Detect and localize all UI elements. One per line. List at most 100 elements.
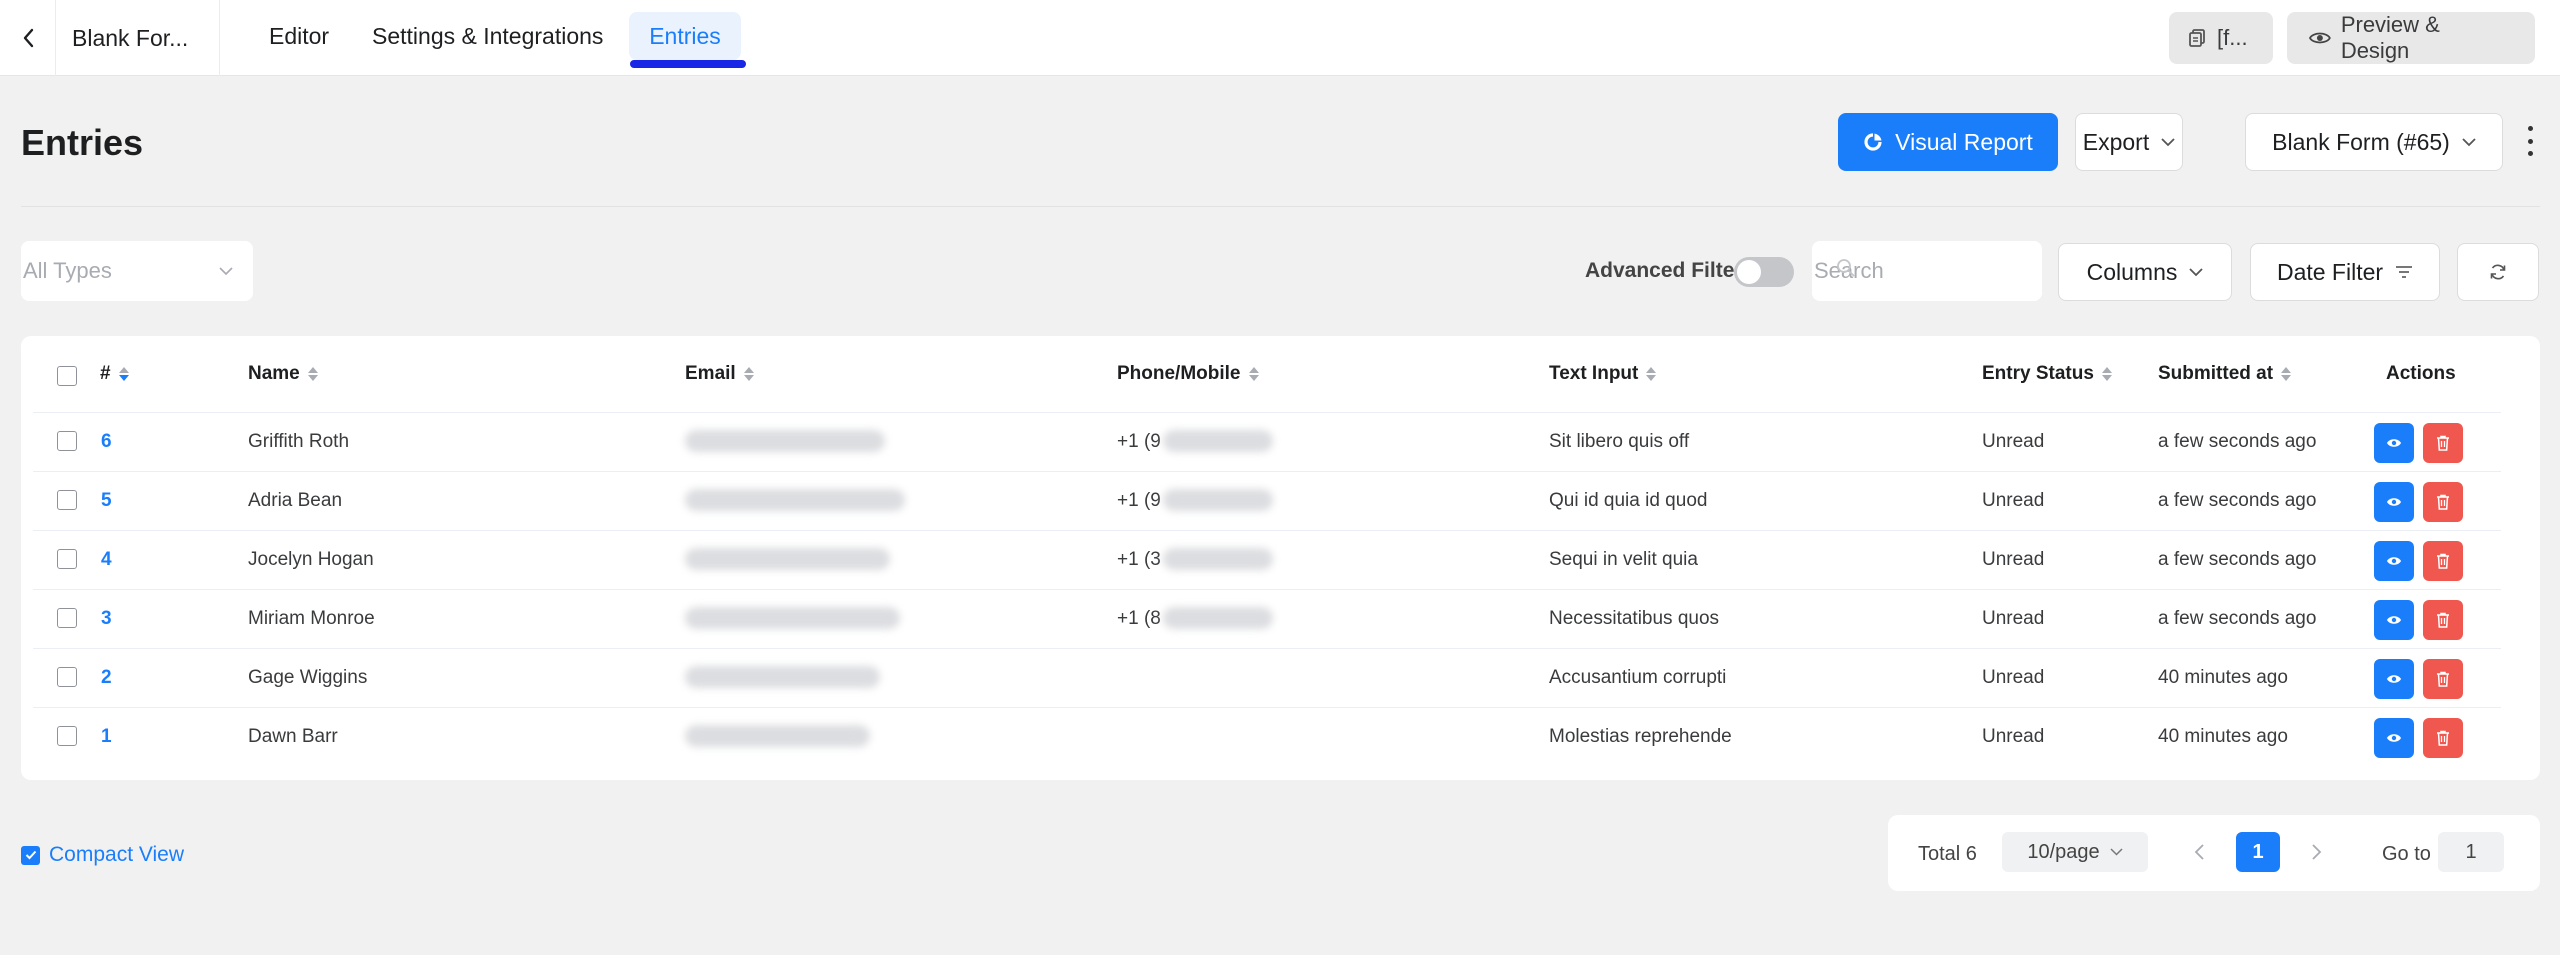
row-checkbox[interactable]: [57, 490, 77, 510]
column-header-entry-status[interactable]: Entry Status: [1982, 363, 2112, 385]
sort-icon: [2281, 367, 2292, 381]
select-all-checkbox[interactable]: [57, 366, 77, 386]
delete-entry-button[interactable]: [2423, 482, 2463, 522]
entry-name: Miriam Monroe: [248, 608, 375, 629]
shortcode-label: [f...: [2217, 25, 2248, 50]
column-header-label: Phone/Mobile: [1117, 363, 1241, 384]
entry-id-link[interactable]: 2: [101, 667, 112, 689]
entry-text-input: Qui id quia id quod: [1549, 490, 1708, 511]
row-checkbox[interactable]: [57, 667, 77, 687]
redacted-email: [685, 548, 890, 570]
compact-view-checkbox[interactable]: Compact View: [21, 843, 184, 867]
view-entry-button[interactable]: [2374, 718, 2414, 758]
view-entry-button[interactable]: [2374, 600, 2414, 640]
chevron-down-icon: [2110, 848, 2123, 856]
entry-id-link[interactable]: 6: [101, 431, 112, 453]
total-count: Total 6: [1918, 843, 1977, 865]
entry-submitted-at: a few seconds ago: [2158, 490, 2317, 511]
tab-settings-integrations[interactable]: Settings & Integrations: [352, 12, 623, 60]
entry-id-link[interactable]: 1: [101, 726, 112, 748]
row-divider: [33, 589, 2501, 590]
tab-entries[interactable]: Entries: [629, 12, 741, 60]
entry-status: Unread: [1982, 490, 2045, 511]
refresh-button[interactable]: [2457, 243, 2539, 301]
date-filter-label: Date Filter: [2276, 258, 2384, 285]
delete-entry-button[interactable]: [2423, 659, 2463, 699]
chevron-left-icon: [23, 28, 33, 48]
column-header-label: Email: [685, 363, 736, 384]
kebab-icon[interactable]: [2520, 126, 2540, 156]
entry-text-input: Necessitatibus quos: [1549, 608, 1720, 629]
entry-id-link[interactable]: 4: [101, 549, 112, 571]
date-filter-button[interactable]: Date Filter: [2250, 243, 2440, 301]
column-header-submitted-at[interactable]: Submitted at: [2158, 363, 2292, 385]
column-header-text-input[interactable]: Text Input: [1549, 363, 1657, 385]
view-entry-button[interactable]: [2374, 423, 2414, 463]
eye-icon: [2387, 439, 2401, 447]
entry-id-link[interactable]: 3: [101, 608, 112, 630]
column-header-id[interactable]: #: [100, 363, 129, 385]
eye-icon: [2387, 675, 2401, 683]
entry-submitted-at: a few seconds ago: [2158, 549, 2317, 570]
entry-text-input: Accusantium corrupti: [1549, 667, 1727, 688]
chevron-right-icon[interactable]: [2306, 838, 2326, 866]
column-header-label: Name: [248, 363, 300, 384]
entry-status: Unread: [1982, 608, 2045, 629]
redacted-email: [685, 607, 900, 629]
entry-status: Unread: [1982, 667, 2045, 688]
check-icon: [21, 845, 40, 865]
delete-entry-button[interactable]: [2423, 718, 2463, 758]
entry-phone: +1 (9: [1117, 490, 1161, 511]
delete-entry-button[interactable]: [2423, 541, 2463, 581]
row-divider: [33, 648, 2501, 649]
form-selector[interactable]: Blank Form (#65): [2245, 113, 2503, 171]
entry-name: Adria Bean: [248, 490, 343, 511]
page-1-button[interactable]: 1: [2236, 832, 2280, 872]
column-header-label: Entry Status: [1982, 363, 2094, 384]
entry-id-link[interactable]: 5: [101, 490, 112, 512]
entry-types-select[interactable]: All Types: [21, 241, 253, 301]
shortcode-button[interactable]: [f...: [2169, 12, 2273, 64]
redacted-phone: [1163, 489, 1273, 511]
column-header-phone[interactable]: Phone/Mobile: [1117, 363, 1259, 385]
form-name: Blank For...: [56, 0, 220, 76]
preview-design-label: Preview & Design: [2340, 12, 2440, 63]
eye-icon: [2387, 616, 2401, 624]
row-checkbox[interactable]: [57, 608, 77, 628]
sort-icon: [307, 367, 318, 381]
view-entry-button[interactable]: [2374, 659, 2414, 699]
visual-report-button[interactable]: Visual Report: [1838, 113, 2058, 171]
eye-icon: [2309, 32, 2331, 44]
trash-icon: [2437, 671, 2449, 687]
entry-status: Unread: [1982, 431, 2045, 452]
page-size-select[interactable]: 10/page: [2002, 832, 2148, 872]
columns-button[interactable]: Columns: [2058, 243, 2232, 301]
chevron-down-icon: [2161, 137, 2175, 146]
column-header-name[interactable]: Name: [248, 363, 318, 385]
delete-entry-button[interactable]: [2423, 423, 2463, 463]
goto-page-input[interactable]: 1: [2438, 832, 2504, 872]
export-button[interactable]: Export: [2075, 113, 2183, 171]
entry-name: Dawn Barr: [248, 726, 338, 747]
row-checkbox[interactable]: [57, 431, 77, 451]
advanced-filter-toggle[interactable]: [1734, 257, 1794, 287]
column-header-email[interactable]: Email: [685, 363, 754, 385]
delete-entry-button[interactable]: [2423, 600, 2463, 640]
row-divider: [33, 412, 2501, 413]
row-checkbox[interactable]: [57, 549, 77, 569]
advanced-filter-label: Advanced Filter: [1585, 259, 1743, 282]
prev-page-icon[interactable]: [2190, 838, 2210, 866]
view-entry-button[interactable]: [2374, 482, 2414, 522]
entry-name: Gage Wiggins: [248, 667, 368, 688]
sort-icon: [118, 367, 129, 381]
sort-icon: [1248, 367, 1259, 381]
preview-design-button[interactable]: Preview & Design: [2287, 12, 2535, 64]
row-divider: [33, 530, 2501, 531]
trash-icon: [2437, 612, 2449, 628]
goto-label: Go to: [2382, 843, 2431, 865]
back-button[interactable]: [0, 0, 56, 76]
row-divider: [33, 707, 2501, 708]
tab-editor[interactable]: Editor: [249, 12, 349, 60]
row-checkbox[interactable]: [57, 726, 77, 746]
view-entry-button[interactable]: [2374, 541, 2414, 581]
